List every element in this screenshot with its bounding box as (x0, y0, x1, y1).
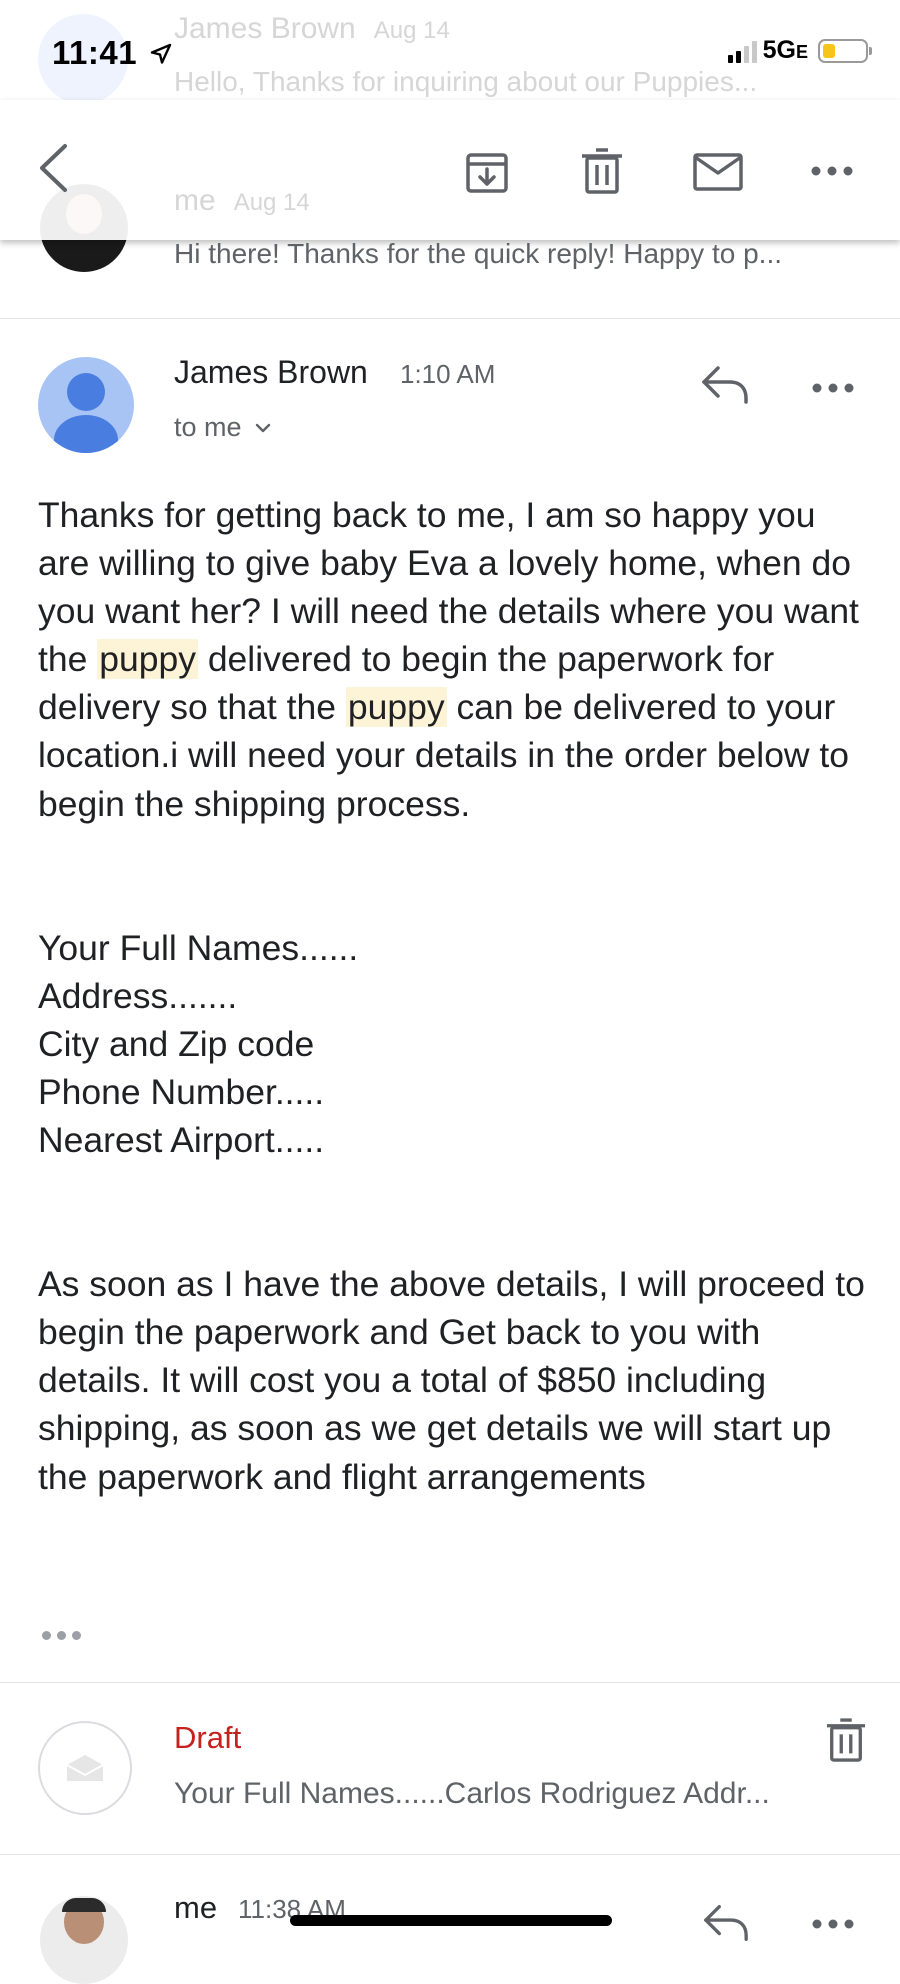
ghost-reply-date: Aug 14 (233, 189, 310, 216)
ghost-snippet: Hello, Thanks for inquiring about our Pu… (174, 66, 758, 97)
ghost-date: Aug 14 (373, 17, 450, 44)
reply-avatar (40, 1896, 128, 1984)
ghost-sender: James Brown (174, 12, 356, 45)
home-indicator[interactable] (290, 1915, 612, 1926)
mail-icon[interactable] (690, 148, 746, 196)
status-time: 11:41 (52, 34, 173, 72)
sender-name: James Brown (174, 354, 368, 390)
field-item: City and Zip code (38, 1023, 315, 1064)
reply-icon[interactable] (700, 362, 752, 408)
back-arrow-icon[interactable] (28, 140, 78, 196)
draft-label[interactable]: Draft (174, 1720, 241, 1756)
field-item: Phone Number..... (38, 1071, 325, 1112)
status-indicators: 5GE (727, 36, 872, 65)
chevron-down-icon (255, 423, 271, 433)
highlight-term: puppy (345, 687, 447, 728)
message-toolbar: me Aug 14 (0, 100, 900, 240)
reply-row-reply-icon[interactable] (702, 1900, 752, 1944)
envelope-icon (66, 1755, 104, 1781)
trash-icon[interactable] (574, 144, 630, 200)
reply-sender: me (174, 1890, 218, 1925)
recipient-label: to me (174, 412, 242, 442)
field-list: Your Full Names...... Address....... Cit… (38, 924, 868, 1164)
message-body: Thanks for getting back to me, I am so h… (38, 491, 868, 1501)
draft-snippet[interactable]: Your Full Names......Carlos Rodriguez Ad… (174, 1777, 770, 1811)
body-paragraph-2: As soon as I have the above details, I w… (38, 1264, 865, 1497)
signal-icon (727, 39, 757, 63)
network-label: 5GE (762, 36, 808, 64)
message-time: 1:10 AM (400, 359, 496, 389)
field-item: Your Full Names...... (38, 927, 359, 968)
recipient-toggle[interactable]: to me (174, 412, 271, 443)
location-arrow-icon (150, 43, 171, 64)
message-more-icon[interactable] (812, 380, 856, 393)
reply-row-more-icon[interactable] (812, 1916, 856, 1929)
more-icon[interactable] (806, 156, 858, 186)
ghost-reply-sender: me (174, 184, 216, 217)
field-item: Address....... (38, 975, 238, 1016)
field-item: Nearest Airport..... (38, 1120, 325, 1161)
draft-avatar (38, 1721, 132, 1815)
archive-icon[interactable] (458, 146, 516, 198)
body-paragraph-1: Thanks for getting back to me, I am so h… (38, 495, 859, 824)
divider (0, 318, 900, 319)
draft-trash-icon[interactable] (826, 1718, 870, 1766)
sender-avatar (38, 357, 134, 453)
battery-icon (818, 38, 872, 63)
previous-message-snippet[interactable]: Hi there! Thanks for the quick reply! Ha… (174, 238, 782, 270)
show-trimmed-content-button[interactable] (42, 1631, 81, 1640)
divider (0, 1854, 900, 1855)
divider (0, 1682, 900, 1683)
highlight-term: puppy (97, 639, 198, 680)
